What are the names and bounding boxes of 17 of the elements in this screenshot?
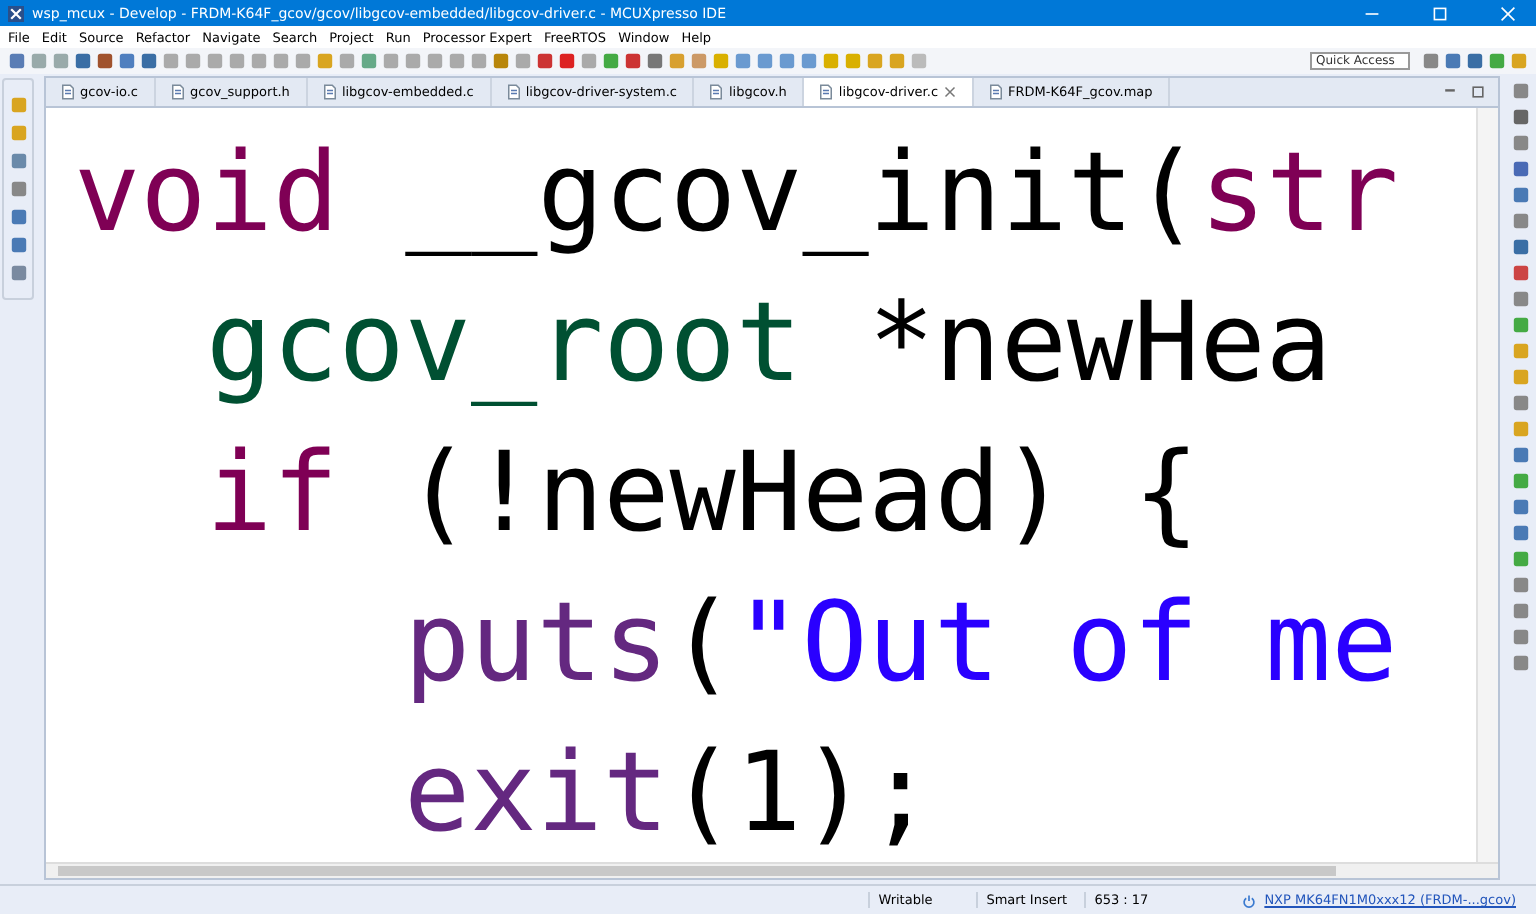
code-line: puts("Out of me [404, 578, 1398, 706]
file-icon [990, 84, 1003, 100]
file-icon [820, 84, 833, 100]
code-line: exit(1); [404, 728, 934, 856]
file-icon [323, 84, 336, 100]
code-line: void __gcov_init(str [74, 128, 1399, 256]
maximize-icon[interactable] [1470, 84, 1486, 100]
power-icon [1242, 893, 1257, 907]
code-line: gcov_root *newHea [206, 278, 1332, 406]
file-icon [172, 84, 185, 100]
file-icon [62, 84, 74, 100]
app-icon [8, 5, 24, 21]
file-icon [710, 84, 723, 100]
close-icon[interactable] [944, 86, 957, 98]
horizontal-scrollbar[interactable] [46, 862, 1498, 878]
file-icon [507, 84, 520, 100]
code-line: if (!newHead) { [206, 428, 1200, 556]
